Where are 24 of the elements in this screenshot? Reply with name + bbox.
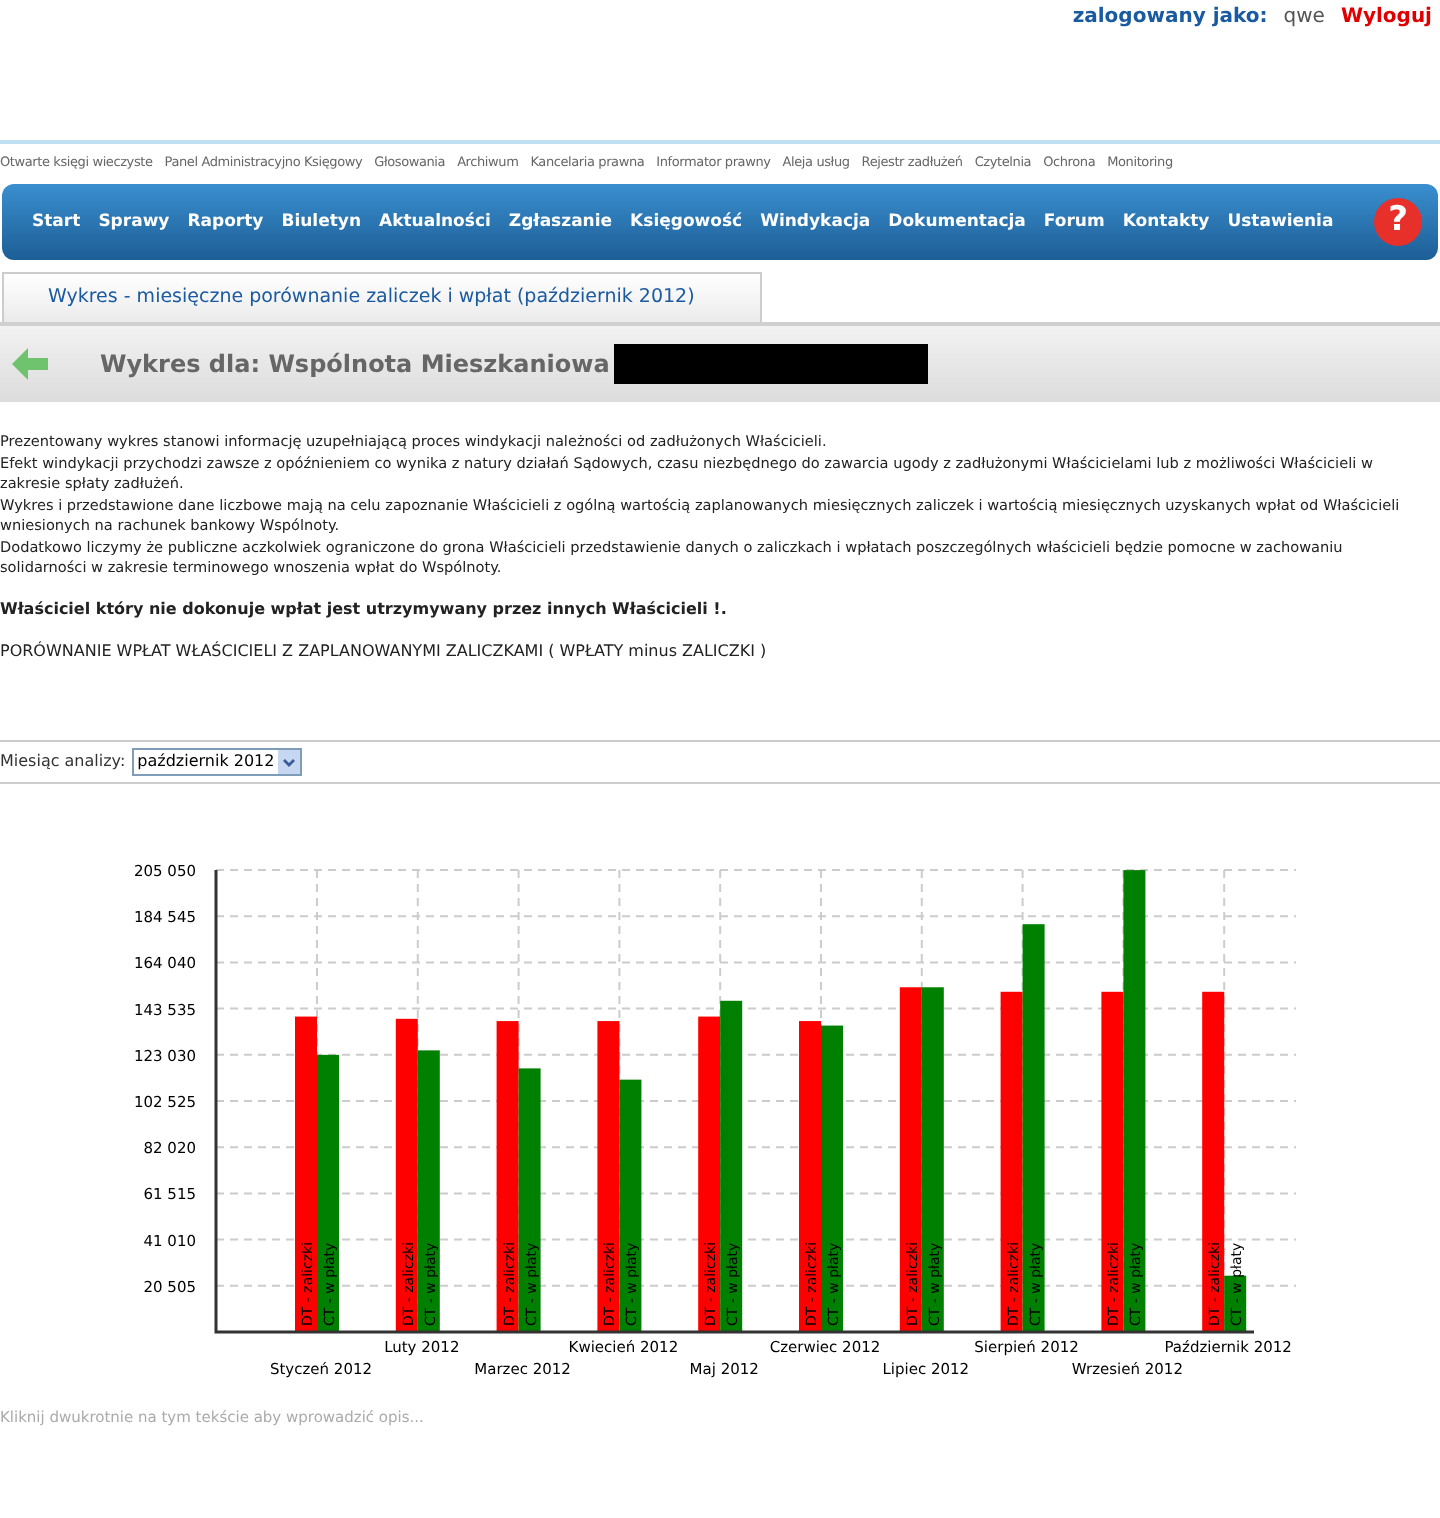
month-label: Miesiąc analizy: bbox=[0, 749, 126, 773]
nav-item[interactable]: Biuletyn bbox=[281, 209, 362, 235]
nav-item[interactable]: Dokumentacja bbox=[888, 209, 1026, 235]
month-select[interactable]: październik 2012 bbox=[131, 747, 303, 775]
nav-item[interactable]: Windykacja bbox=[760, 209, 871, 235]
nav-item[interactable]: Raporty bbox=[187, 209, 264, 235]
nav-item[interactable]: Start bbox=[32, 209, 81, 235]
logged-in-label: zalogowany jako: bbox=[1072, 4, 1268, 32]
help-button[interactable]: ? bbox=[1374, 198, 1422, 246]
warning-text: Właściciel który nie dokonuje wpłat jest utrzymywany przez innych Właścicieli !. bbox=[0, 597, 729, 621]
page-title: Wykres dla: Wspólnota Mieszkaniowa bbox=[100, 348, 610, 382]
nav-item[interactable]: Kontakty bbox=[1122, 209, 1210, 235]
nav-item[interactable]: Księgowość bbox=[630, 209, 743, 235]
section-title: PORÓWNANIE WPŁAT WŁAŚCICIELI Z ZAPLANOWANYMI ZALICZKAMI ( WPŁATY minus ZALICZKI ) bbox=[0, 639, 769, 663]
nav-item[interactable]: Ustawienia bbox=[1227, 209, 1334, 235]
nav-item[interactable]: Forum bbox=[1043, 209, 1105, 235]
nav-item[interactable]: Zgłaszanie bbox=[508, 209, 613, 235]
back-arrow-icon[interactable] bbox=[10, 346, 50, 382]
nav-item[interactable]: Sprawy bbox=[98, 209, 170, 235]
caret-icon bbox=[278, 749, 301, 773]
nav-item[interactable]: Aktualności bbox=[379, 209, 491, 235]
logout-link[interactable]: Wyloguj bbox=[1340, 2, 1432, 32]
page-tab[interactable]: Wykres - miesięczne porównanie zaliczek i wpłat (październik 2012) bbox=[2, 272, 762, 322]
username: qwe bbox=[1283, 4, 1325, 32]
